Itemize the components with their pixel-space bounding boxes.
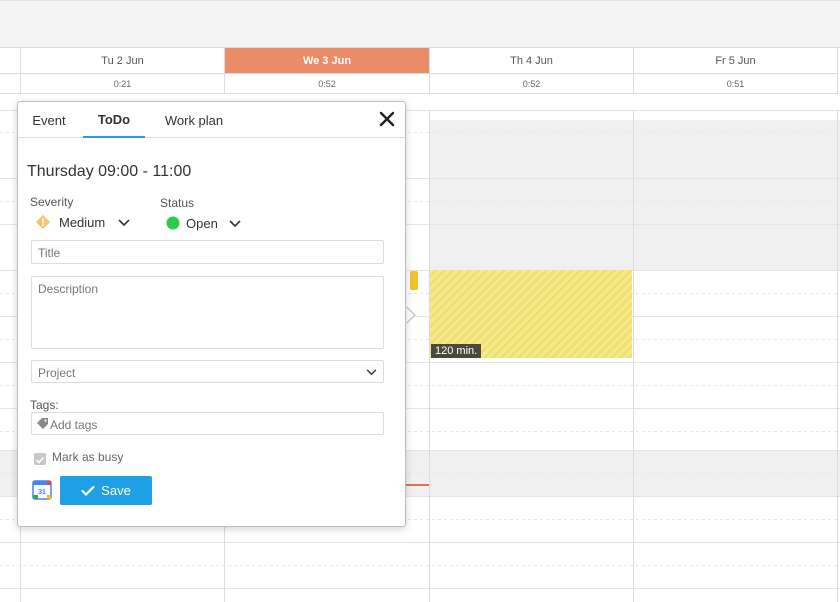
tab-event[interactable]: Event <box>26 102 72 138</box>
todo-popup: Event ToDo Work plan Thursday 09:00 - 11… <box>17 101 406 527</box>
status-select[interactable]: Open <box>186 216 218 231</box>
chevron-down-icon <box>366 369 377 376</box>
severity-label: Severity <box>30 195 74 209</box>
event-time: Thursday 09:00 - 11:00 <box>27 163 192 180</box>
tags-label: Tags: <box>30 398 59 412</box>
current-time-indicator <box>405 484 429 486</box>
check-icon <box>35 456 45 464</box>
close-icon <box>379 111 395 127</box>
check-icon <box>81 485 95 496</box>
tag-icon <box>37 418 48 429</box>
day-total-thu: 0:52 <box>430 74 634 94</box>
busy-label: Mark as busy <box>52 450 124 464</box>
tab-work-plan[interactable]: Work plan <box>156 102 232 138</box>
google-calendar-icon[interactable]: 31 <box>32 480 52 500</box>
day-header-fri[interactable]: Fr 5 Jun <box>634 48 838 74</box>
tags-placeholder: Add tags <box>50 418 98 432</box>
day-header-gutter <box>0 48 21 74</box>
save-button[interactable]: Save <box>60 476 152 505</box>
description-textarea[interactable]: Description <box>31 276 384 349</box>
save-button-label: Save <box>101 483 131 498</box>
chevron-down-icon[interactable] <box>229 220 241 228</box>
project-select[interactable]: Project <box>31 360 384 383</box>
day-total-gutter <box>0 74 21 94</box>
severity-select[interactable]: Medium <box>59 215 105 230</box>
warning-diamond-icon <box>36 215 50 229</box>
event-marker[interactable] <box>410 271 418 290</box>
chevron-down-icon[interactable] <box>118 219 130 227</box>
top-toolbar <box>0 0 840 48</box>
close-button[interactable] <box>377 109 397 129</box>
svg-text:31: 31 <box>38 489 46 496</box>
duration-label: 120 min. <box>431 344 482 358</box>
popup-tabs: Event ToDo Work plan <box>18 102 405 138</box>
day-header-thu[interactable]: Th 4 Jun <box>430 48 634 74</box>
status-dot-icon <box>166 216 180 230</box>
tags-input[interactable]: Add tags <box>31 412 384 435</box>
busy-checkbox[interactable] <box>34 453 46 465</box>
tab-todo[interactable]: ToDo <box>83 102 145 138</box>
title-input[interactable]: Title <box>31 240 384 264</box>
project-select-label: Project <box>38 366 76 380</box>
day-total-wed: 0:52 <box>225 74 430 94</box>
day-header-tue[interactable]: Tu 2 Jun <box>21 48 225 74</box>
day-header-wed[interactable]: We 3 Jun <box>225 48 430 74</box>
day-total-fri: 0:51 <box>634 74 838 94</box>
day-total-tue: 0:21 <box>21 74 225 94</box>
status-label: Status <box>160 196 195 210</box>
